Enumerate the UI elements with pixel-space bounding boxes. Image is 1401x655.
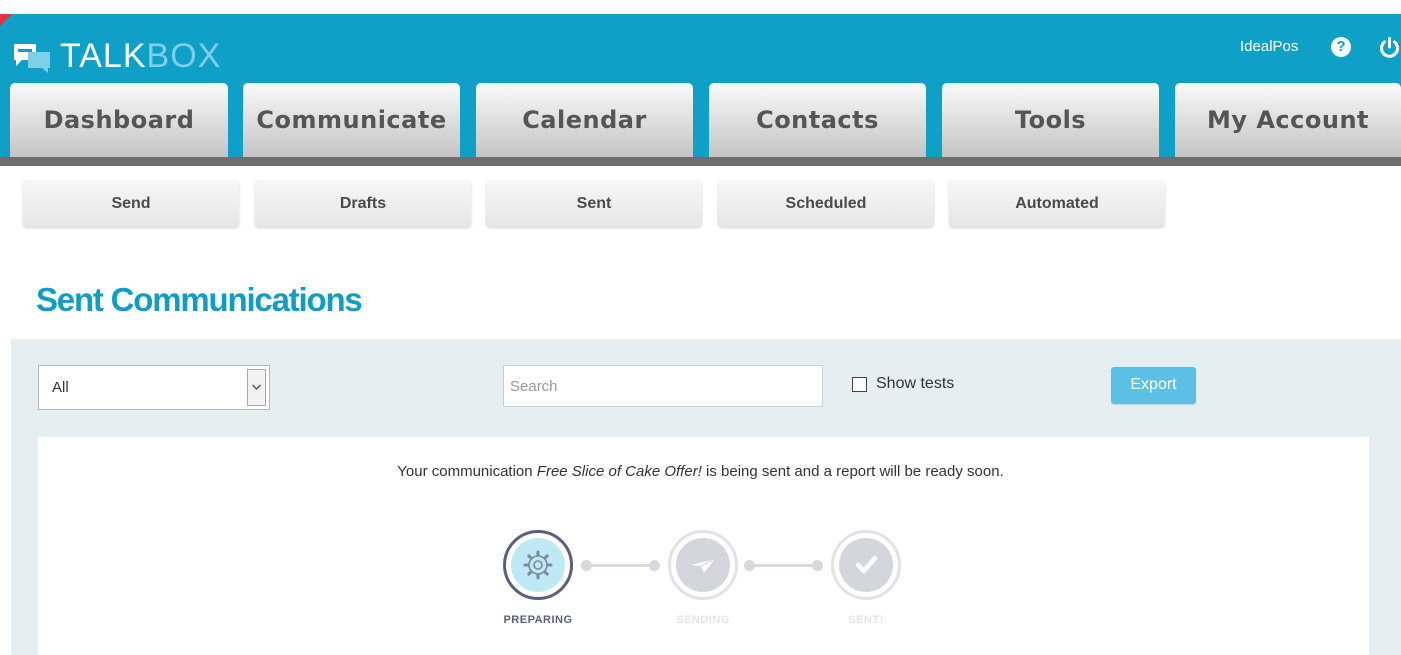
power-icon[interactable] [1378,36,1401,59]
status-message: Your communication Free Slice of Cake Of… [0,463,1401,480]
logo-text-box: BOX [146,37,222,75]
username-link[interactable]: IdealPos [1240,38,1298,55]
subtab-drafts[interactable]: Drafts [255,180,471,227]
subtab-scheduled[interactable]: Scheduled [718,180,934,227]
tab-my-account[interactable]: My Account [1175,83,1401,157]
main-nav: Dashboard Communicate Calendar Contacts … [0,83,1401,157]
question-circle-icon[interactable]: ? [1331,37,1351,57]
progress-connector [586,564,654,567]
subtab-automated[interactable]: Automated [949,180,1165,227]
tab-tools[interactable]: Tools [942,83,1159,157]
step-label-preparing: PREPARING [503,614,573,626]
communication-name: Free Slice of Cake Offer! [536,463,702,480]
progress-dot [581,560,592,571]
talkbox-logo[interactable]: TALKBOX [10,38,221,74]
progress-dot [812,560,823,571]
show-tests-checkbox[interactable] [852,377,867,392]
progress-dot [649,560,660,571]
step-preparing [503,530,573,600]
step-sending [668,530,738,600]
gear-icon [522,549,554,581]
subtab-send[interactable]: Send [23,180,239,227]
tab-communicate[interactable]: Communicate [243,83,460,157]
paper-plane-icon [687,549,719,581]
tab-contacts[interactable]: Contacts [709,83,926,157]
corner-accent [0,14,12,26]
export-button[interactable]: Export [1111,367,1196,404]
status-message-prefix: Your communication [397,463,537,480]
tab-divider-bar [0,157,1401,166]
chat-bubbles-logo-icon [10,38,54,74]
tab-dashboard[interactable]: Dashboard [10,83,228,157]
type-filter-select[interactable]: All [38,365,270,410]
status-message-suffix: is being sent and a report will be ready… [701,463,1004,480]
progress-connector [749,564,817,567]
chevron-down-icon[interactable] [247,369,266,406]
search-input[interactable] [503,365,823,407]
logo-text-talk: TALK [60,37,147,75]
checkmark-icon [850,549,882,581]
page-title: Sent Communications [36,281,363,318]
tab-calendar[interactable]: Calendar [476,83,693,157]
step-sent [831,530,901,600]
progress-dot [744,560,755,571]
show-tests-label[interactable]: Show tests [876,375,954,393]
type-filter-value: All [52,379,69,396]
logo-text: TALKBOX [60,38,221,74]
subtab-sent[interactable]: Sent [486,180,702,227]
step-label-sent: SENT! [848,614,884,626]
step-label-sending: SENDING [676,614,730,626]
